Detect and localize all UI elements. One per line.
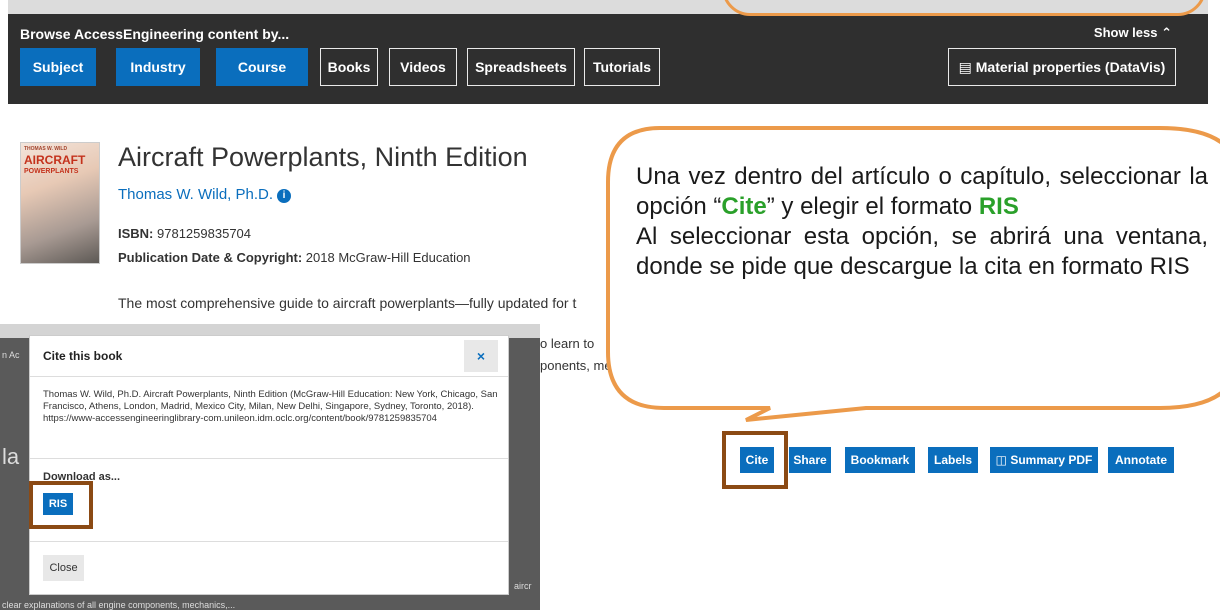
callout-bubble bbox=[606, 126, 1220, 422]
callout-line-b: ” y elegir el formato bbox=[766, 193, 979, 220]
callout-line-c: Al seleccionar esta opción, se abrirá un… bbox=[636, 223, 1208, 280]
callout-text: Una vez dentro del artículo o capítulo, … bbox=[636, 162, 1208, 282]
callout-cite-word: Cite bbox=[721, 193, 767, 220]
callout-ris-word: RIS bbox=[978, 193, 1019, 220]
